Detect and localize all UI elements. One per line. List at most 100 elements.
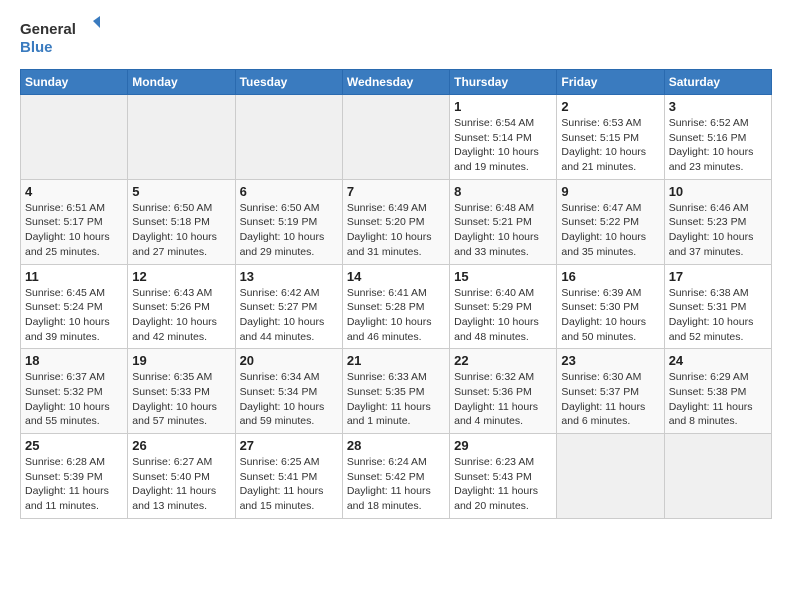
- calendar-cell: 13 Sunrise: 6:42 AMSunset: 5:27 PMDayligh…: [235, 264, 342, 349]
- week-row-2: 4Sunrise: 6:51 AMSunset: 5:17 PMDaylight…: [21, 179, 772, 264]
- calendar-cell: 14 Sunrise: 6:41 AMSunset: 5:28 PMDayligh…: [342, 264, 449, 349]
- calendar-cell: 12 Sunrise: 6:43 AMSunset: 5:26 PMDayligh…: [128, 264, 235, 349]
- cell-info: Sunrise: 6:42 AMSunset: 5:27 PMDaylight:…: [240, 286, 338, 345]
- calendar-cell: 9 Sunrise: 6:47 AMSunset: 5:22 PMDaylight…: [557, 179, 664, 264]
- cell-info: Sunrise: 6:52 AMSunset: 5:16 PMDaylight:…: [669, 116, 767, 175]
- cell-day-number: 20: [240, 353, 338, 368]
- calendar-cell: 4Sunrise: 6:51 AMSunset: 5:17 PMDaylight…: [21, 179, 128, 264]
- cell-info: Sunrise: 6:37 AMSunset: 5:32 PMDaylight:…: [25, 370, 123, 429]
- cell-info: Sunrise: 6:39 AMSunset: 5:30 PMDaylight:…: [561, 286, 659, 345]
- header-friday: Friday: [557, 70, 664, 95]
- cell-info: Sunrise: 6:32 AMSunset: 5:36 PMDaylight:…: [454, 370, 552, 429]
- cell-info: Sunrise: 6:34 AMSunset: 5:34 PMDaylight:…: [240, 370, 338, 429]
- svg-text:General: General: [20, 21, 76, 38]
- cell-day-number: 2: [561, 99, 659, 114]
- calendar-cell: 11 Sunrise: 6:45 AMSunset: 5:24 PMDayligh…: [21, 264, 128, 349]
- cell-day-number: 11: [25, 269, 123, 284]
- calendar-cell: 27 Sunrise: 6:25 AMSunset: 5:41 PMDayligh…: [235, 434, 342, 519]
- calendar-cell: 18 Sunrise: 6:37 AMSunset: 5:32 PMDayligh…: [21, 349, 128, 434]
- cell-day-number: 14: [347, 269, 445, 284]
- cell-info: Sunrise: 6:24 AMSunset: 5:42 PMDaylight:…: [347, 455, 445, 514]
- cell-day-number: 8: [454, 184, 552, 199]
- calendar-cell: 25 Sunrise: 6:28 AMSunset: 5:39 PMDayligh…: [21, 434, 128, 519]
- cell-info: Sunrise: 6:35 AMSunset: 5:33 PMDaylight:…: [132, 370, 230, 429]
- cell-info: Sunrise: 6:23 AMSunset: 5:43 PMDaylight:…: [454, 455, 552, 514]
- calendar-cell: 5 Sunrise: 6:50 AMSunset: 5:18 PMDaylight…: [128, 179, 235, 264]
- cell-info: Sunrise: 6:25 AMSunset: 5:41 PMDaylight:…: [240, 455, 338, 514]
- cell-info: Sunrise: 6:51 AMSunset: 5:17 PMDaylight:…: [25, 201, 123, 260]
- cell-day-number: 27: [240, 438, 338, 453]
- header-tuesday: Tuesday: [235, 70, 342, 95]
- calendar-header-row: SundayMondayTuesdayWednesdayThursdayFrid…: [21, 70, 772, 95]
- cell-day-number: 6: [240, 184, 338, 199]
- cell-info: Sunrise: 6:50 AMSunset: 5:19 PMDaylight:…: [240, 201, 338, 260]
- week-row-4: 18 Sunrise: 6:37 AMSunset: 5:32 PMDayligh…: [21, 349, 772, 434]
- cell-day-number: 22: [454, 353, 552, 368]
- cell-day-number: 10: [669, 184, 767, 199]
- calendar-cell: 20 Sunrise: 6:34 AMSunset: 5:34 PMDayligh…: [235, 349, 342, 434]
- page-header: General Blue: [20, 16, 772, 61]
- calendar-cell: 19 Sunrise: 6:35 AMSunset: 5:33 PMDayligh…: [128, 349, 235, 434]
- calendar-cell: 8 Sunrise: 6:48 AMSunset: 5:21 PMDaylight…: [450, 179, 557, 264]
- svg-text:Blue: Blue: [20, 39, 53, 56]
- cell-day-number: 7: [347, 184, 445, 199]
- calendar-cell: 3Sunrise: 6:52 AMSunset: 5:16 PMDaylight…: [664, 95, 771, 180]
- cell-day-number: 25: [25, 438, 123, 453]
- cell-day-number: 28: [347, 438, 445, 453]
- cell-day-number: 1: [454, 99, 552, 114]
- cell-info: Sunrise: 6:53 AMSunset: 5:15 PMDaylight:…: [561, 116, 659, 175]
- cell-info: Sunrise: 6:45 AMSunset: 5:24 PMDaylight:…: [25, 286, 123, 345]
- week-row-5: 25 Sunrise: 6:28 AMSunset: 5:39 PMDayligh…: [21, 434, 772, 519]
- calendar-table: SundayMondayTuesdayWednesdayThursdayFrid…: [20, 69, 772, 519]
- cell-info: Sunrise: 6:43 AMSunset: 5:26 PMDaylight:…: [132, 286, 230, 345]
- cell-day-number: 9: [561, 184, 659, 199]
- calendar-cell: [235, 95, 342, 180]
- cell-day-number: 21: [347, 353, 445, 368]
- week-row-1: 1 Sunrise: 6:54 AMSunset: 5:14 PMDaylight…: [21, 95, 772, 180]
- cell-info: Sunrise: 6:46 AMSunset: 5:23 PMDaylight:…: [669, 201, 767, 260]
- cell-info: Sunrise: 6:54 AMSunset: 5:14 PMDaylight:…: [454, 116, 552, 175]
- header-monday: Monday: [128, 70, 235, 95]
- cell-info: Sunrise: 6:29 AMSunset: 5:38 PMDaylight:…: [669, 370, 767, 429]
- cell-info: Sunrise: 6:28 AMSunset: 5:39 PMDaylight:…: [25, 455, 123, 514]
- cell-day-number: 13: [240, 269, 338, 284]
- cell-day-number: 26: [132, 438, 230, 453]
- calendar-cell: 29 Sunrise: 6:23 AMSunset: 5:43 PMDayligh…: [450, 434, 557, 519]
- header-wednesday: Wednesday: [342, 70, 449, 95]
- cell-day-number: 5: [132, 184, 230, 199]
- cell-info: Sunrise: 6:41 AMSunset: 5:28 PMDaylight:…: [347, 286, 445, 345]
- cell-day-number: 29: [454, 438, 552, 453]
- header-saturday: Saturday: [664, 70, 771, 95]
- calendar-cell: [557, 434, 664, 519]
- calendar-cell: 21 Sunrise: 6:33 AMSunset: 5:35 PMDayligh…: [342, 349, 449, 434]
- cell-day-number: 19: [132, 353, 230, 368]
- cell-info: Sunrise: 6:27 AMSunset: 5:40 PMDaylight:…: [132, 455, 230, 514]
- cell-info: Sunrise: 6:48 AMSunset: 5:21 PMDaylight:…: [454, 201, 552, 260]
- calendar-cell: 24 Sunrise: 6:29 AMSunset: 5:38 PMDayligh…: [664, 349, 771, 434]
- calendar-cell: [128, 95, 235, 180]
- cell-day-number: 15: [454, 269, 552, 284]
- calendar-cell: 7 Sunrise: 6:49 AMSunset: 5:20 PMDaylight…: [342, 179, 449, 264]
- cell-info: Sunrise: 6:50 AMSunset: 5:18 PMDaylight:…: [132, 201, 230, 260]
- calendar-cell: 26 Sunrise: 6:27 AMSunset: 5:40 PMDayligh…: [128, 434, 235, 519]
- cell-day-number: 16: [561, 269, 659, 284]
- cell-info: Sunrise: 6:49 AMSunset: 5:20 PMDaylight:…: [347, 201, 445, 260]
- calendar-cell: 10 Sunrise: 6:46 AMSunset: 5:23 PMDayligh…: [664, 179, 771, 264]
- calendar-cell: 17Sunrise: 6:38 AMSunset: 5:31 PMDayligh…: [664, 264, 771, 349]
- cell-day-number: 18: [25, 353, 123, 368]
- calendar-cell: [664, 434, 771, 519]
- cell-info: Sunrise: 6:38 AMSunset: 5:31 PMDaylight:…: [669, 286, 767, 345]
- calendar-cell: 23Sunrise: 6:30 AMSunset: 5:37 PMDayligh…: [557, 349, 664, 434]
- cell-day-number: 23: [561, 353, 659, 368]
- calendar-cell: 6 Sunrise: 6:50 AMSunset: 5:19 PMDaylight…: [235, 179, 342, 264]
- calendar-cell: 28 Sunrise: 6:24 AMSunset: 5:42 PMDayligh…: [342, 434, 449, 519]
- cell-day-number: 24: [669, 353, 767, 368]
- cell-day-number: 12: [132, 269, 230, 284]
- logo-svg: General Blue: [20, 16, 100, 61]
- calendar-cell: 15Sunrise: 6:40 AMSunset: 5:29 PMDayligh…: [450, 264, 557, 349]
- header-thursday: Thursday: [450, 70, 557, 95]
- cell-info: Sunrise: 6:33 AMSunset: 5:35 PMDaylight:…: [347, 370, 445, 429]
- week-row-3: 11 Sunrise: 6:45 AMSunset: 5:24 PMDayligh…: [21, 264, 772, 349]
- calendar-cell: [342, 95, 449, 180]
- cell-info: Sunrise: 6:47 AMSunset: 5:22 PMDaylight:…: [561, 201, 659, 260]
